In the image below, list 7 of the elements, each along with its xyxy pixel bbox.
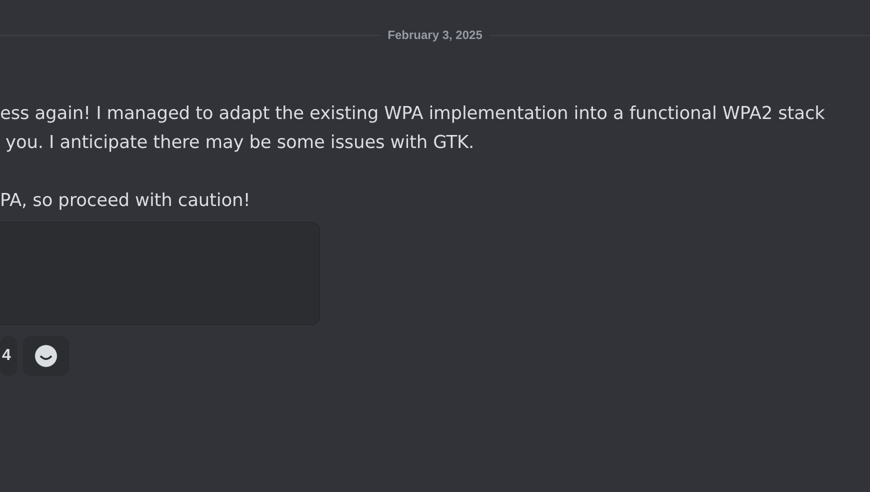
reaction-button[interactable]: 4 (0, 336, 17, 376)
add-reaction-button[interactable] (22, 336, 69, 376)
smiley-icon (34, 345, 57, 367)
date-divider-label: February 3, 2025 (388, 28, 482, 42)
message-text: you. I anticipate there may be some issues with GTK. (4, 131, 474, 155)
message-text: PA, so proceed with caution! (0, 189, 250, 213)
message-text: ess again! I managed to adapt the existing WPA implementation into a functional WPA2 stack (0, 102, 825, 126)
